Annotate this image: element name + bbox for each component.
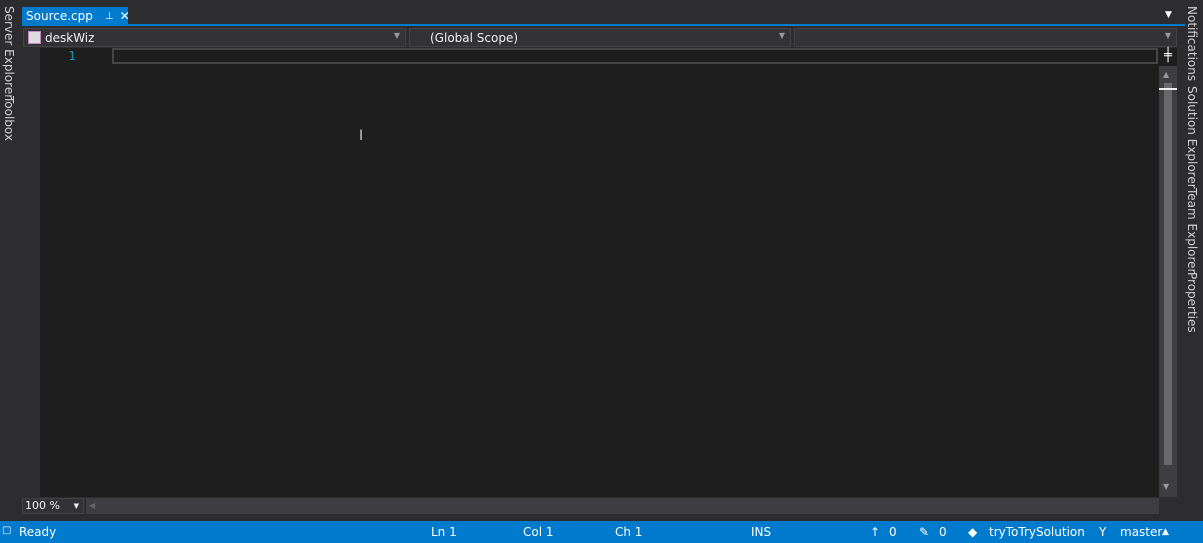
chevron-down-icon: ▼ bbox=[778, 31, 785, 40]
branch-menu-icon[interactable]: ▲ bbox=[1162, 527, 1169, 537]
git-repo-icon[interactable]: ◆ bbox=[968, 525, 977, 539]
zoom-combo[interactable]: 100 % ▼ bbox=[22, 498, 84, 514]
status-line: Ln 1 bbox=[431, 525, 457, 539]
current-line-highlight bbox=[112, 48, 1158, 64]
branch-name[interactable]: master bbox=[1120, 525, 1162, 539]
status-char: Ch 1 bbox=[615, 525, 643, 539]
notifications-tab[interactable]: Notifications bbox=[1185, 6, 1199, 81]
scope-combo[interactable]: (Global Scope) ▼ bbox=[409, 28, 791, 47]
tab-overflow-dropdown-icon[interactable]: ▼ bbox=[1165, 10, 1172, 20]
vertical-scrollbar[interactable]: ▲ ▼ bbox=[1159, 66, 1177, 497]
server-explorer-tab[interactable]: Server Explorer bbox=[2, 6, 16, 99]
team-explorer-tab[interactable]: Team Explorer bbox=[1185, 188, 1199, 274]
horizontal-scrollbar[interactable]: ◀ bbox=[86, 498, 1159, 514]
chevron-down-icon: ▼ bbox=[1164, 31, 1171, 40]
status-bar: ▢ Ready Ln 1 Col 1 Ch 1 INS ↑ 0 ✎ 0 ◆ tr… bbox=[0, 521, 1203, 543]
properties-tab[interactable]: Properties bbox=[1185, 272, 1199, 333]
toolbox-tab[interactable]: Toolbox bbox=[2, 96, 16, 141]
status-ready: Ready bbox=[19, 525, 57, 539]
pin-icon[interactable]: ⊥ bbox=[105, 11, 114, 22]
project-combo[interactable]: deskWiz ▼ bbox=[23, 28, 406, 47]
scroll-left-icon[interactable]: ◀ bbox=[89, 501, 95, 510]
zoom-level: 100 % bbox=[25, 499, 60, 512]
chevron-down-icon: ▼ bbox=[73, 502, 79, 510]
member-combo[interactable]: ▼ bbox=[794, 28, 1177, 47]
branch-icon[interactable]: Y bbox=[1099, 525, 1106, 539]
project-name: deskWiz bbox=[45, 30, 95, 45]
repository-name[interactable]: tryToTrySolution bbox=[989, 525, 1085, 539]
scope-name: (Global Scope) bbox=[430, 30, 519, 45]
scroll-down-icon[interactable]: ▼ bbox=[1163, 482, 1169, 491]
pencil-icon[interactable]: ✎ bbox=[919, 525, 929, 539]
tab-source-cpp[interactable]: Source.cpp ⊥ ✕ bbox=[22, 7, 130, 25]
pending-changes-count[interactable]: 0 bbox=[939, 525, 947, 539]
notification-icon[interactable]: ▢ bbox=[2, 525, 11, 536]
close-icon[interactable]: ✕ bbox=[120, 9, 130, 23]
tab-underline bbox=[22, 24, 1185, 26]
scroll-thumb[interactable] bbox=[1164, 83, 1172, 465]
code-editor[interactable] bbox=[40, 48, 1159, 497]
project-icon bbox=[28, 31, 41, 44]
line-number: 1 bbox=[68, 49, 76, 63]
status-insert-mode: INS bbox=[751, 525, 772, 539]
text-cursor-icon: I bbox=[359, 128, 364, 144]
unpushed-count[interactable]: 0 bbox=[889, 525, 897, 539]
status-column: Col 1 bbox=[523, 525, 554, 539]
split-editor-icon[interactable]: ╪ bbox=[1159, 48, 1177, 66]
solution-explorer-tab[interactable]: Solution Explorer bbox=[1185, 86, 1199, 189]
arrow-up-icon[interactable]: ↑ bbox=[870, 525, 880, 539]
tab-label: Source.cpp bbox=[26, 9, 93, 23]
chevron-down-icon: ▼ bbox=[393, 31, 400, 40]
scroll-up-icon[interactable]: ▲ bbox=[1163, 70, 1169, 79]
caret-marker bbox=[1159, 88, 1177, 90]
